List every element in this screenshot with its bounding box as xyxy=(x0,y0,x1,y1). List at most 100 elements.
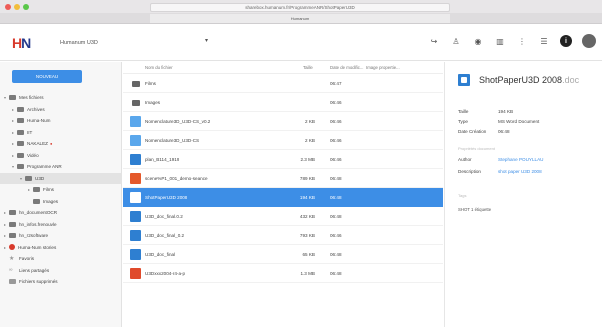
sidebar-item[interactable]: ▸ hn_infos.frenouvle xyxy=(0,219,122,231)
grid-view-icon[interactable]: ☰ xyxy=(538,35,550,47)
file-name: U3D_doc_final xyxy=(145,252,176,257)
sidebar-item[interactable]: ∞ Liens partagés xyxy=(0,265,122,277)
word-document-icon xyxy=(130,230,141,241)
sidebar-item[interactable]: ▸ Archives xyxy=(0,104,122,116)
file-row[interactable]: Images 06:46 xyxy=(123,93,443,112)
details-panel: ShotPaperU3D 2008.doc Taille 194 KB Type M… xyxy=(444,62,602,327)
file-row[interactable]: Nomenclature3D_U3D-CS 2 KB 06:46 xyxy=(123,131,443,150)
file-row[interactable]: U3Dxxx2004-r4-a-p 1.3 MB 06:48 xyxy=(123,264,443,283)
file-row[interactable]: Nomenclature3D_U3D-CS_v0.2 2 KB 06:46 xyxy=(123,112,443,131)
app-logo[interactable]: HN xyxy=(12,35,31,51)
file-row[interactable]: U3D_doc_final.0.2 432 KB 06:48 xyxy=(123,207,443,226)
word-document-icon xyxy=(130,192,141,203)
file-row[interactable]: scene%P1_001_demo-seance 789 KB 06:48 xyxy=(123,169,443,188)
column-size-header[interactable]: Taille xyxy=(303,65,313,70)
folder-icon xyxy=(17,164,24,170)
sidebar-item[interactable]: Images xyxy=(0,196,122,208)
maximize-window-button[interactable] xyxy=(23,4,29,10)
file-date: 06:46 xyxy=(330,233,342,238)
details-author-value[interactable]: Stephane POUYLLAU xyxy=(498,157,543,162)
sidebar-item-label: Vidéo xyxy=(27,152,39,158)
word-document-icon xyxy=(458,74,470,86)
column-properties-header[interactable]: Image propertie... xyxy=(366,65,400,70)
folder-icon xyxy=(130,97,141,108)
details-tags[interactable]: SHOT 1 étiquette xyxy=(458,207,491,212)
details-label: Type xyxy=(458,119,468,124)
add-user-icon[interactable]: ♙ xyxy=(450,35,462,47)
details-type-row: Type MS Word Document xyxy=(458,119,539,124)
file-row[interactable]: ShotPaperU3D 2008 194 KB 06:48 xyxy=(123,188,443,207)
details-author-row: Author Stephane POUYLLAU xyxy=(458,157,543,162)
folder-tree: ▾ Mes fichiers ▸ Archives ▸ Huma-Num ▸ IIT ▸ NAKA… xyxy=(0,92,122,288)
file-row[interactable]: plan_B114_1919 2.3 MB 06:46 xyxy=(123,150,443,169)
sidebar-item-label: hn_documentOCR xyxy=(19,210,58,216)
new-button[interactable]: NOUVEAU xyxy=(12,70,82,83)
details-label: Date Création xyxy=(458,129,487,134)
sidebar-item[interactable]: ▾ U3D xyxy=(0,172,122,184)
file-row[interactable]: U3D_doc_final 65 KB 06:48 xyxy=(123,245,443,264)
file-name: plan_B114_1919 xyxy=(145,157,180,162)
file-list: Nom du fichier Taille Date de modific...… xyxy=(123,62,443,327)
column-name-header[interactable]: Nom du fichier xyxy=(145,65,173,70)
file-name: ShotPaperU3D 2008 xyxy=(145,195,188,200)
folder-icon xyxy=(33,198,40,204)
folder-icon xyxy=(17,118,24,124)
sidebar-item[interactable]: ▸ hn_documentOCR xyxy=(0,207,122,219)
file-row[interactable]: U3D_doc_final_0.2 793 KB 06:46 xyxy=(123,226,443,245)
column-date-header[interactable]: Date de modific... xyxy=(330,65,363,70)
url-bar[interactable]: sharebox.humanum.fr/ProgrammeANR/ShotPap… xyxy=(150,3,450,12)
document-icon xyxy=(130,116,141,127)
minimize-window-button[interactable] xyxy=(14,4,20,10)
details-value: 194 KB xyxy=(498,109,514,114)
breadcrumb-dropdown-icon[interactable]: ▾ xyxy=(205,37,208,44)
details-file-name: ShotPaperU3D 2008 xyxy=(479,75,563,85)
file-date: 06:48 xyxy=(330,214,342,219)
file-name: Nomenclature3D_U3D-CS xyxy=(145,138,200,143)
sidebar-item[interactable]: ▸ Huma-Num stories xyxy=(0,242,122,254)
sidebar-item[interactable]: ▾ Programme ANR xyxy=(0,161,122,173)
sidebar-item[interactable]: Fichiers supprimés xyxy=(0,276,122,288)
tab-active[interactable]: Humanum xyxy=(150,14,450,23)
sidebar-item-label: IIT xyxy=(27,129,33,135)
sidebar-item[interactable]: ▸ hn_r2software xyxy=(0,230,122,242)
header-toolbar: ↪ ♙ ◉ ▥ ⋮ ☰ i xyxy=(428,34,596,48)
more-icon[interactable]: ⋮ xyxy=(516,35,528,47)
file-date: 06:46 xyxy=(330,157,342,162)
sidebar-item[interactable]: ▸ Huma-Num xyxy=(0,115,122,127)
breadcrumb[interactable]: Humanum U3D xyxy=(60,40,98,46)
eye-icon[interactable]: ◉ xyxy=(472,35,484,47)
sidebar-item[interactable]: ▸ IIT xyxy=(0,127,122,139)
avatar[interactable] xyxy=(582,34,596,48)
sidebar-item-label: Archives xyxy=(27,106,45,112)
share-icon[interactable]: ↪ xyxy=(428,35,440,47)
sidebar-item-label: NAKALEZ xyxy=(27,141,48,147)
file-name: Films xyxy=(145,81,156,86)
details-description-value[interactable]: shot paper U3D 2008 xyxy=(498,169,542,174)
file-size: 65 KB xyxy=(302,252,315,257)
details-size-row: Taille 194 KB xyxy=(458,109,513,114)
file-date: 06:46 xyxy=(330,138,342,143)
link-icon: ∞ xyxy=(9,267,13,274)
presentation-icon xyxy=(130,173,141,184)
details-tags-title: Tags xyxy=(458,193,467,198)
sidebar-item[interactable]: ▸ NAKALEZ ● xyxy=(0,138,122,150)
sidebar-item-label: Films xyxy=(43,187,54,193)
details-label: Taille xyxy=(458,109,469,114)
sidebar-item-label: Images xyxy=(43,198,59,204)
tab-strip: Humanum xyxy=(0,13,602,23)
info-icon[interactable]: i xyxy=(560,35,572,47)
file-name: scene%P1_001_demo-seance xyxy=(145,176,208,181)
notification-badge: ● xyxy=(49,141,53,147)
close-window-button[interactable] xyxy=(5,4,11,10)
file-row[interactable]: Films 06:47 xyxy=(123,74,443,93)
sidebar-item[interactable]: ▸ Films xyxy=(0,184,122,196)
app-header: HN Humanum U3D ▾ ↪ ♙ ◉ ▥ ⋮ ☰ i xyxy=(0,25,602,61)
sidebar-item[interactable]: ★ Favoris xyxy=(0,253,122,265)
folder-icon xyxy=(17,141,24,147)
trash-icon[interactable]: ▥ xyxy=(494,35,506,47)
sidebar-item[interactable]: ▸ Vidéo xyxy=(0,150,122,162)
details-section-title: Propriétés document xyxy=(458,146,495,151)
file-name: Images xyxy=(145,100,161,105)
sidebar-item[interactable]: ▾ Mes fichiers xyxy=(0,92,122,104)
folder-icon xyxy=(25,175,32,181)
